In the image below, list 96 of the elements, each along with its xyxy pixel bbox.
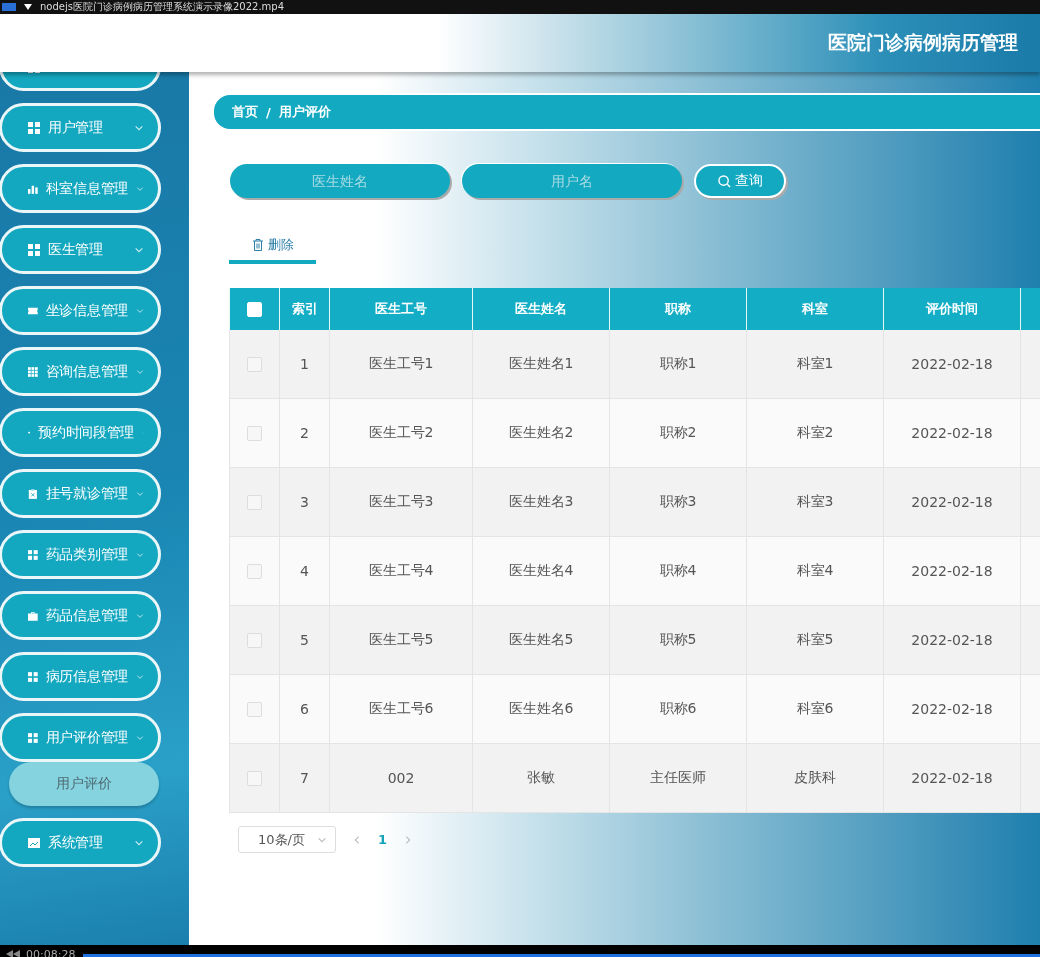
breadcrumb-separator: / (266, 104, 271, 120)
menu-item[interactable]: 预约时间段管理 (0, 408, 161, 457)
table-cell: 科室1 (746, 330, 883, 399)
grid-icon (28, 365, 38, 378)
caret-icon (24, 4, 32, 10)
trash-icon (251, 239, 264, 251)
table-cell: 医生姓名3 (472, 468, 609, 537)
progress-bar[interactable] (83, 954, 1040, 957)
page-number[interactable]: 1 (378, 832, 388, 847)
grid-icon (28, 731, 38, 744)
table-cell: 科室3 (746, 468, 883, 537)
table-cell: 皮肤科 (746, 744, 883, 813)
clipboard-icon (28, 487, 38, 500)
table-cell: 2022-02-18 (883, 468, 1020, 537)
table-cell: 主任医师 (609, 744, 746, 813)
menu-item[interactable]: 咨询信息管理 (0, 347, 161, 396)
table-cell: 职称1 (609, 330, 746, 399)
menu-item[interactable]: 医生管理 (0, 225, 161, 274)
table-cell: 科室4 (746, 537, 883, 606)
page-size-select[interactable]: 10条/页 (238, 826, 336, 853)
menu-item[interactable]: 科室信息管理 (0, 164, 161, 213)
film-icon (2, 3, 16, 11)
breadcrumb-link[interactable]: 用户评价 (278, 103, 331, 121)
table-cell: 医生工号6 (329, 675, 472, 744)
breadcrumb-link[interactable]: 首页 (232, 103, 258, 121)
table-cell: 医生工号5 (329, 606, 472, 675)
column-header: 索引 (279, 288, 329, 330)
menu-item[interactable]: 系统管理 (0, 818, 161, 867)
search-field[interactable]: 用户名 (462, 164, 682, 198)
table-cell: 医生工号4 (329, 537, 472, 606)
checkbox[interactable] (247, 494, 262, 510)
checkbox[interactable] (247, 701, 262, 717)
table-cell: 3 (279, 468, 329, 537)
table-cell: 7 (279, 744, 329, 813)
search-button[interactable]: 查询 (694, 164, 786, 198)
column-header: 科室 (746, 288, 883, 330)
grid-icon (28, 243, 40, 256)
table-cell: 2022-02-18 (883, 537, 1020, 606)
table-cell: 医生姓名2 (472, 399, 609, 468)
menu-item[interactable]: 药品信息管理 (0, 591, 161, 640)
table-cell: 医生姓名4 (472, 537, 609, 606)
grid-icon (28, 121, 40, 134)
briefcase-icon (28, 609, 38, 622)
chevron-left-icon (352, 834, 362, 845)
table-cell: 医生工号3 (329, 468, 472, 537)
menu-item[interactable]: 坐诊信息管理 (0, 286, 161, 335)
checkbox[interactable] (247, 770, 262, 786)
menu-item[interactable]: 挂号就诊管理 (0, 469, 161, 518)
table-cell: 职称5 (609, 606, 746, 675)
checkbox[interactable] (247, 632, 262, 648)
table-cell: 4 (279, 537, 329, 606)
table-cell: 5 (279, 606, 329, 675)
menu-item[interactable]: 药品类别管理 (0, 530, 161, 579)
checkbox[interactable] (247, 563, 262, 579)
table-cell: 职称4 (609, 537, 746, 606)
table-cell: 2022-02-18 (883, 399, 1020, 468)
table-cell: 2022-02-18 (883, 606, 1020, 675)
table-cell: 张敏 (472, 744, 609, 813)
image-icon (28, 836, 40, 849)
search-icon (717, 174, 731, 188)
search-field[interactable]: 医生姓名 (230, 164, 450, 198)
checkbox[interactable] (247, 356, 262, 372)
table-cell: 2022-02-18 (883, 744, 1020, 813)
table-cell: 科室2 (746, 399, 883, 468)
table-cell: 医生姓名1 (472, 330, 609, 399)
column-header: 医生工号 (329, 288, 472, 330)
table-cell: 6 (279, 675, 329, 744)
table-cell: 职称2 (609, 399, 746, 468)
table-cell: 医生姓名5 (472, 606, 609, 675)
app-title: 医院门诊病例病历管理 (828, 30, 1018, 55)
table-cell: 科室5 (746, 606, 883, 675)
table-cell: 职称3 (609, 468, 746, 537)
table-cell: 医生工号1 (329, 330, 472, 399)
table-cell: 职称6 (609, 675, 746, 744)
column-header: 评价时间 (883, 288, 1020, 330)
column-header: 职称 (609, 288, 746, 330)
grid-icon (28, 548, 38, 561)
table-cell: 医生工号2 (329, 399, 472, 468)
menu-item[interactable]: 病历信息管理 (0, 652, 161, 701)
rewind-icon (6, 950, 20, 957)
checkbox[interactable] (247, 425, 262, 441)
playback-time: 00:08:28 (26, 947, 76, 957)
column-header: 医生姓名 (472, 288, 609, 330)
table-cell: 2 (279, 399, 329, 468)
delete-button[interactable]: 删除 (229, 230, 316, 264)
table-cell: 科室6 (746, 675, 883, 744)
table-cell: 1 (279, 330, 329, 399)
table-cell: 2022-02-18 (883, 330, 1020, 399)
table-cell: 医生姓名6 (472, 675, 609, 744)
grid-icon (28, 670, 38, 683)
video-title: nodejs医院门诊病例病历管理系统演示录像2022.mp4 (40, 1, 285, 13)
submenu-item[interactable]: 用户评价 (9, 762, 159, 806)
table-cell: 2022-02-18 (883, 675, 1020, 744)
menu-item[interactable]: 用户评价管理 (0, 713, 161, 762)
table-cell: 002 (329, 744, 472, 813)
menu-item[interactable]: 用户管理 (0, 103, 161, 152)
